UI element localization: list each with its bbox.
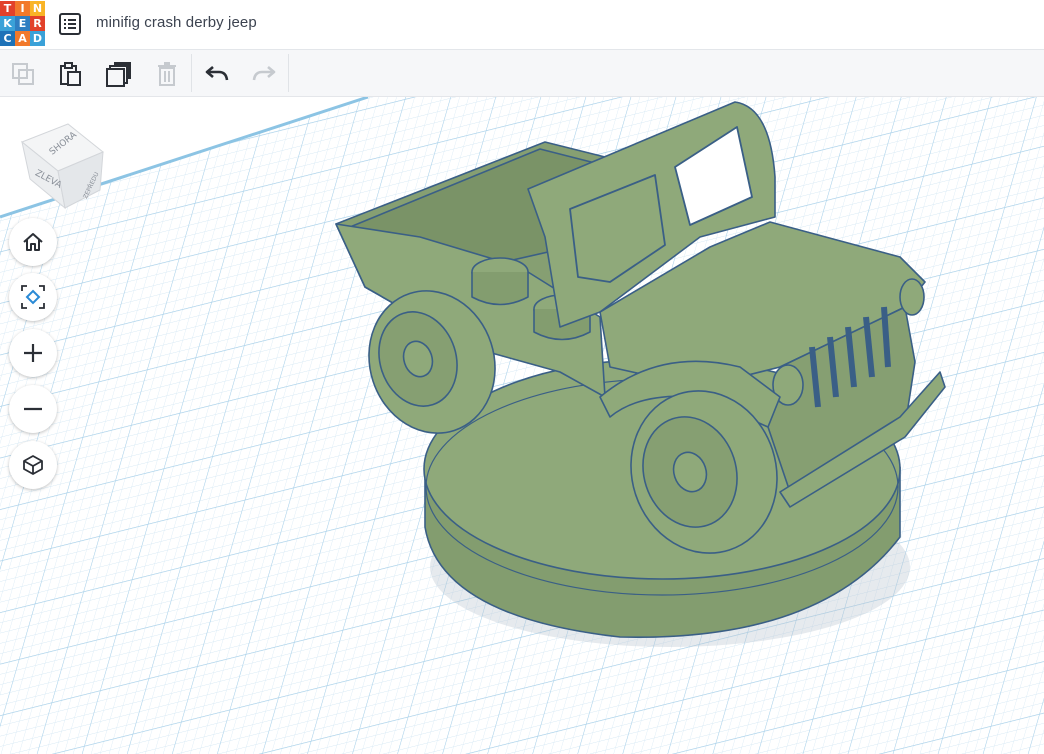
fit-view-icon	[21, 285, 45, 309]
perspective-button[interactable]	[9, 441, 57, 489]
edit-toolbar	[0, 50, 1044, 97]
stud-side	[471, 272, 529, 306]
headlight	[899, 278, 925, 316]
cube-perspective-icon	[23, 455, 43, 475]
logo-letter: I	[15, 1, 30, 16]
minus-icon	[24, 407, 42, 411]
fit-view-button[interactable]	[9, 273, 57, 321]
zoom-in-button[interactable]	[9, 329, 57, 377]
design-title[interactable]: minifig crash derby jeep	[96, 14, 257, 31]
undo-button[interactable]	[203, 60, 231, 88]
toolbar-divider	[288, 54, 289, 92]
tinkercad-logo[interactable]: TINKERCAD	[0, 1, 46, 47]
delete-button[interactable]	[153, 60, 181, 88]
trash-icon	[158, 62, 176, 86]
app-header: TINKERCAD minifig crash derby jeep	[0, 0, 1044, 50]
workplane-viewport[interactable]: SHORA ZLEVA ZEPŘEDU	[0, 97, 1044, 754]
logo-letter: K	[0, 16, 15, 31]
grille-slot	[881, 306, 891, 368]
redo-icon	[252, 66, 276, 81]
duplicate-button[interactable]	[105, 60, 133, 88]
plus-icon	[24, 344, 42, 362]
home-view-button[interactable]	[9, 218, 57, 266]
duplicate-icon	[106, 62, 131, 87]
logo-letter: D	[30, 31, 45, 46]
workplane-canvas[interactable]: SHORA ZLEVA ZEPŘEDU	[0, 97, 1044, 754]
design-list-icon[interactable]	[58, 12, 82, 36]
logo-letter: T	[0, 1, 15, 16]
zoom-out-button[interactable]	[9, 385, 57, 433]
paste-button[interactable]	[56, 60, 84, 88]
toolbar-divider	[191, 54, 192, 92]
paste-icon	[60, 62, 81, 86]
redo-button[interactable]	[250, 60, 278, 88]
copy-button[interactable]	[9, 60, 37, 88]
logo-letter: R	[30, 16, 45, 31]
logo-letter: A	[15, 31, 30, 46]
logo-letter: N	[30, 1, 45, 16]
copy-icon	[12, 63, 34, 85]
logo-letter: E	[15, 16, 30, 31]
undo-icon	[205, 66, 229, 81]
home-icon	[23, 233, 43, 251]
logo-letter: C	[0, 31, 15, 46]
